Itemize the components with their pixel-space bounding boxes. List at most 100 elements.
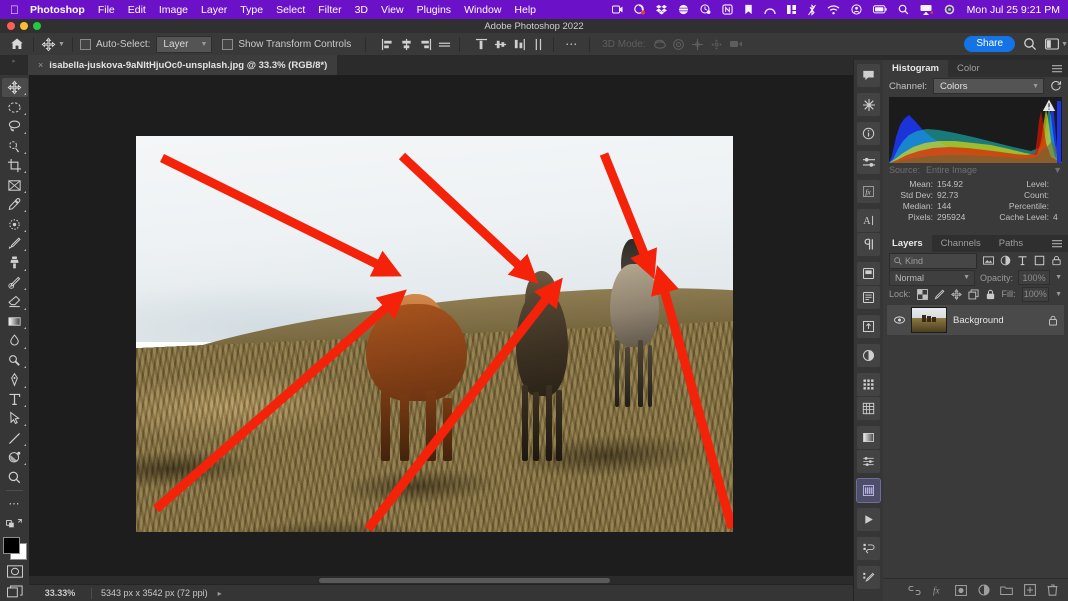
link-layers-icon[interactable] — [908, 584, 921, 597]
tab-channels[interactable]: Channels — [932, 235, 990, 252]
gradients-icon[interactable] — [857, 426, 880, 449]
blur-tool[interactable] — [2, 331, 28, 350]
menu-item-filter[interactable]: Filter — [318, 4, 341, 16]
shape-layer-filter-icon[interactable] — [1033, 255, 1045, 267]
menu-item-type[interactable]: Type — [240, 4, 263, 16]
pixel-layer-filter-icon[interactable] — [982, 255, 994, 267]
comments-icon[interactable] — [857, 64, 880, 87]
adjustment-layer-filter-icon[interactable] — [999, 255, 1011, 267]
lock-image-pixels-icon[interactable] — [934, 289, 945, 300]
menu-item-image[interactable]: Image — [159, 4, 188, 16]
panel-menu-icon[interactable] — [1052, 60, 1068, 77]
airplay-icon[interactable] — [920, 4, 933, 15]
search-icon[interactable] — [1022, 36, 1038, 52]
refresh-icon[interactable] — [1050, 80, 1062, 92]
object-selection-tool[interactable] — [2, 136, 28, 155]
bookmark-icon[interactable] — [744, 4, 753, 15]
menu-item-plugins[interactable]: Plugins — [417, 4, 451, 16]
crop-tool[interactable] — [2, 156, 28, 175]
menu-item-help[interactable]: Help — [514, 4, 536, 16]
blend-mode-dropdown[interactable]: Normal ▼ — [889, 269, 976, 286]
control-center-icon[interactable] — [851, 4, 862, 15]
paragraph-icon[interactable] — [857, 233, 880, 256]
tab-histogram[interactable]: Histogram — [883, 60, 948, 77]
gradient-tool[interactable] — [2, 312, 28, 331]
apple-icon[interactable]:  — [10, 4, 19, 16]
swatches-grid-icon[interactable] — [857, 373, 880, 396]
menu-item-view[interactable]: View — [381, 4, 404, 16]
auto-select-checkbox[interactable] — [79, 38, 91, 50]
screen-recording-icon[interactable] — [611, 5, 623, 14]
ellipsis-icon[interactable]: ⋯ — [561, 37, 582, 51]
timer-icon[interactable] — [700, 4, 711, 15]
globe-icon[interactable] — [678, 4, 689, 15]
chevron-down-icon[interactable]: ▼ — [1055, 274, 1062, 281]
eraser-tool[interactable] — [2, 292, 28, 311]
lock-transparent-pixels-icon[interactable] — [916, 288, 928, 300]
scrollbar-thumb[interactable] — [319, 578, 610, 583]
workspace-switcher-icon[interactable]: ▼ — [1045, 38, 1068, 50]
document-tab[interactable]: × isabella-juskova-9aNltHjuOc0-unsplash.… — [28, 55, 338, 75]
chevron-down-icon[interactable]: ▼ — [58, 41, 65, 48]
new-layer-icon[interactable] — [1023, 584, 1036, 597]
add-layer-style-icon[interactable]: fx — [931, 584, 944, 597]
actions-play-icon[interactable] — [857, 508, 880, 531]
color-swatches[interactable] — [2, 536, 27, 561]
share-button[interactable]: Share — [964, 36, 1016, 52]
source-dropdown[interactable]: Entire Image ▼ — [926, 165, 1062, 175]
spot-healing-brush-tool[interactable] — [2, 214, 28, 233]
new-adjustment-layer-icon[interactable] — [977, 584, 990, 597]
path-selection-tool[interactable] — [2, 409, 28, 428]
tab-paths[interactable]: Paths — [990, 235, 1032, 252]
layer-visibility-toggle[interactable] — [893, 316, 905, 324]
layer-filter-kind[interactable]: Kind — [889, 252, 977, 269]
wifi-icon[interactable] — [827, 4, 840, 15]
lasso-tool[interactable] — [2, 117, 28, 136]
align-horizontal-centers-icon[interactable] — [398, 36, 414, 52]
histogram-icon[interactable] — [856, 478, 881, 503]
stats-icon[interactable] — [786, 4, 797, 15]
material-drop-tool[interactable] — [2, 448, 28, 467]
arc-icon[interactable] — [763, 5, 776, 15]
screen-mode-icon[interactable] — [2, 582, 28, 601]
layer-row-background[interactable]: Background — [887, 305, 1064, 335]
menu-item-file[interactable]: File — [98, 4, 115, 16]
menu-item-3d[interactable]: 3D — [355, 4, 368, 16]
menu-item-layer[interactable]: Layer — [201, 4, 227, 16]
bluetooth-off-icon[interactable] — [807, 3, 816, 16]
menu-bar-clock[interactable]: Mon Jul 25 9:21 PM — [967, 4, 1060, 16]
panel-menu-icon[interactable] — [1052, 235, 1068, 252]
foreground-color-swatch[interactable] — [2, 536, 20, 554]
brush-settings-icon[interactable] — [857, 566, 880, 589]
dodge-tool[interactable] — [2, 351, 28, 370]
battery-icon[interactable] — [872, 5, 887, 14]
menu-item-select[interactable]: Select — [276, 4, 305, 16]
lock-position-icon[interactable] — [950, 288, 962, 300]
align-right-edges-icon[interactable] — [417, 36, 433, 52]
type-tool[interactable] — [2, 390, 28, 409]
character-icon[interactable]: A — [857, 209, 880, 232]
zoom-level[interactable]: 33.33% — [29, 588, 91, 598]
menu-item-photoshop[interactable]: Photoshop — [30, 4, 85, 16]
siri-icon[interactable] — [944, 4, 955, 15]
align-top-edges-icon[interactable] — [436, 36, 452, 52]
distribute-vertical-centers-icon[interactable] — [492, 36, 508, 52]
smart-object-filter-icon[interactable] — [1050, 255, 1062, 267]
chevron-down-icon[interactable]: ▼ — [1055, 291, 1062, 298]
menu-item-window[interactable]: Window — [464, 4, 501, 16]
zoom-tool[interactable] — [2, 467, 28, 486]
add-layer-mask-icon[interactable] — [954, 584, 967, 597]
chevron-right-icon[interactable]: ▸ — [208, 589, 222, 598]
default-colors-swap[interactable] — [2, 513, 28, 532]
cached-data-warning-icon[interactable] — [1042, 99, 1056, 112]
active-tool-indicator[interactable]: ▼ — [41, 37, 65, 52]
patterns-icon[interactable] — [857, 397, 880, 420]
document-canvas-area[interactable] — [29, 75, 883, 601]
tab-layers[interactable]: Layers — [883, 235, 932, 252]
layer-name[interactable]: Background — [953, 315, 1042, 326]
frame-tool[interactable] — [2, 175, 28, 194]
properties-icon[interactable] — [857, 151, 880, 174]
delete-layer-icon[interactable] — [1046, 584, 1059, 597]
lock-all-icon[interactable] — [985, 289, 996, 300]
edit-toolbar-button[interactable]: ⋯ — [2, 494, 28, 513]
